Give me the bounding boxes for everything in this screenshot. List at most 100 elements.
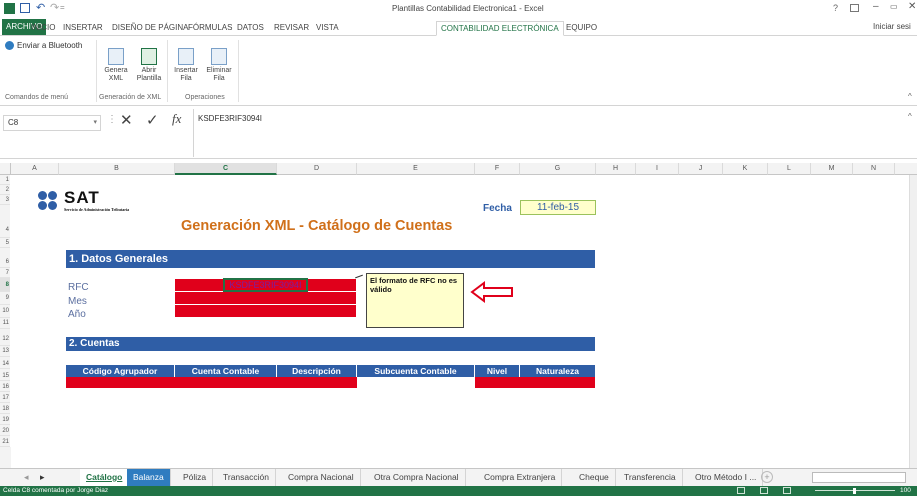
fecha-value-cell[interactable]: 11-feb-15 — [520, 200, 596, 215]
next-sheet-icon[interactable]: ▸ — [40, 472, 45, 483]
row-header-4[interactable]: 4 — [0, 205, 10, 238]
row-header-14[interactable]: 14 — [0, 357, 10, 369]
sheet-tab-otra-compra-nacional[interactable]: Otra Compra Nacional — [368, 469, 466, 486]
row-header-10[interactable]: 10 — [0, 305, 10, 318]
tab-diseno[interactable]: DISEÑO DE PÁGINA — [108, 21, 192, 36]
row-header-16[interactable]: 16 — [0, 381, 10, 392]
row-header-9[interactable]: 9 — [0, 292, 10, 305]
sheet-tab-catalogo[interactable]: Catálogo — [80, 469, 130, 486]
col-header-e[interactable]: E — [357, 163, 475, 175]
row-header-20[interactable]: 20 — [0, 425, 10, 436]
rfc-comment-box[interactable]: El formato de RFC no es válido — [366, 273, 464, 328]
minimize-icon[interactable]: – — [873, 1, 879, 12]
vertical-scrollbar[interactable] — [909, 175, 917, 468]
sheet-tab-poliza[interactable]: Póliza — [177, 469, 214, 486]
col-header-b[interactable]: B — [59, 163, 175, 175]
group-separator — [238, 40, 239, 102]
tab-contabilidad-electronica[interactable]: CONTABILIDAD ELECTRÓNICA — [436, 21, 564, 36]
row-header-6[interactable]: 6 — [0, 248, 10, 268]
row-header-8[interactable]: 8 — [0, 278, 10, 292]
row-header-13[interactable]: 13 — [0, 346, 10, 357]
col-header-f[interactable]: F — [475, 163, 520, 175]
col-header-m[interactable]: M — [811, 163, 853, 175]
sheet-tab-compra-extranjera[interactable]: Compra Extranjera — [478, 469, 563, 486]
table-row-required-right[interactable] — [475, 377, 595, 389]
close-icon[interactable]: ✕ — [908, 1, 916, 12]
sheet-tab-balanza[interactable]: Balanza — [127, 469, 171, 486]
sheet-tab-transaccion[interactable]: Transacción — [217, 469, 276, 486]
col-header-h[interactable]: H — [596, 163, 636, 175]
row-header-7[interactable]: 7 — [0, 268, 10, 278]
table-row-required-left[interactable] — [66, 377, 357, 389]
customize-icon[interactable]: = — [60, 3, 65, 12]
formula-input[interactable]: KSDFE3RIF3094I — [193, 109, 917, 157]
row-header-17[interactable]: 17 — [0, 392, 10, 403]
genera-xml-button[interactable]: Genera XML — [103, 48, 129, 83]
tab-revisar[interactable]: REVISAR — [270, 21, 313, 36]
name-box[interactable]: C8 ▾ — [3, 115, 101, 131]
name-box-dropdown-icon[interactable]: ▾ — [93, 116, 97, 130]
row-header-21[interactable]: 21 — [0, 436, 10, 447]
sheet-tab-otro-metodo[interactable]: Otro Método I ... — [689, 469, 764, 486]
abrir-plantilla-button[interactable]: Abrir Plantilla — [133, 48, 165, 83]
col-header-o[interactable] — [895, 163, 917, 175]
redo-icon[interactable]: ↷ — [50, 1, 59, 14]
sheet-tab-compra-nacional[interactable]: Compra Nacional — [282, 469, 361, 486]
page-layout-icon[interactable] — [760, 487, 768, 494]
sign-in-link[interactable]: Iniciar sesi — [873, 22, 911, 31]
rfc-label: RFC — [68, 282, 89, 293]
tab-inicio[interactable]: INICIO — [27, 21, 59, 36]
row-header-2[interactable]: 2 — [0, 185, 10, 195]
col-header-i[interactable]: I — [636, 163, 679, 175]
xml-icon — [108, 48, 124, 65]
anio-input-cell[interactable] — [175, 305, 356, 318]
row-header-3[interactable]: 3 — [0, 195, 10, 205]
col-header-a[interactable]: A — [11, 163, 59, 175]
col-header-l[interactable]: L — [768, 163, 811, 175]
zoom-slider-thumb[interactable] — [853, 488, 856, 494]
help-icon[interactable]: ? — [833, 3, 838, 13]
row-header-18[interactable]: 18 — [0, 403, 10, 414]
bluetooth-button[interactable]: Enviar a Bluetooth — [17, 41, 82, 50]
collapse-ribbon-icon[interactable]: ^ — [908, 92, 912, 101]
insertar-fila-button[interactable]: Insertar Fila — [171, 48, 201, 83]
tab-datos[interactable]: DATOS — [233, 21, 268, 36]
zoom-level[interactable]: 100 — [900, 486, 911, 496]
cancel-icon[interactable]: ✕ — [120, 111, 133, 129]
sheet-tab-cheque[interactable]: Cheque — [573, 469, 616, 486]
row-header-12[interactable]: 12 — [0, 329, 10, 346]
normal-view-icon[interactable] — [737, 487, 745, 494]
col-header-j[interactable]: J — [679, 163, 723, 175]
rfc-input-cell[interactable]: KSDFE3RIF3094I — [175, 278, 356, 292]
row-header-1[interactable]: 1 — [0, 175, 10, 185]
col-header-n[interactable]: N — [853, 163, 895, 175]
enter-icon[interactable]: ✓ — [146, 111, 159, 129]
col-header-k[interactable]: K — [723, 163, 768, 175]
undo-icon[interactable]: ↶ — [36, 1, 45, 14]
sheet-tab-transferencia[interactable]: Transferencia — [618, 469, 683, 486]
insert-function-icon[interactable]: fx — [172, 111, 181, 127]
page-break-icon[interactable] — [783, 487, 791, 494]
row-header-11[interactable]: 11 — [0, 318, 10, 329]
tab-vista[interactable]: VISTA — [312, 21, 343, 36]
tab-equipo[interactable]: EQUIPO — [562, 21, 601, 36]
restore-icon[interactable]: ▭ — [890, 2, 898, 11]
col-header-d[interactable]: D — [277, 163, 357, 175]
expand-formula-icon[interactable]: ^ — [908, 112, 912, 121]
save-icon[interactable] — [20, 3, 30, 13]
mes-input-cell[interactable] — [175, 292, 356, 305]
row-header-19[interactable]: 19 — [0, 414, 10, 425]
worksheet[interactable]: A B C D E F G H I J K L M N 1 2 3 4 5 6 … — [0, 163, 917, 468]
ribbon-display-icon[interactable] — [850, 4, 859, 12]
eliminar-fila-button[interactable]: Eliminar Fila — [203, 48, 235, 83]
tab-insertar[interactable]: INSERTAR — [59, 21, 107, 36]
add-sheet-icon[interactable]: + — [761, 471, 773, 483]
horizontal-scrollbar[interactable] — [812, 472, 906, 483]
col-header-c[interactable]: C — [175, 163, 277, 175]
tab-formulas[interactable]: FÓRMULAS — [184, 21, 236, 36]
row-header-15[interactable]: 15 — [0, 369, 10, 381]
col-header-g[interactable]: G — [520, 163, 596, 175]
select-all-button[interactable] — [0, 163, 11, 175]
prev-sheet-icon[interactable]: ◂ — [24, 472, 29, 483]
row-header-5[interactable]: 5 — [0, 238, 10, 248]
